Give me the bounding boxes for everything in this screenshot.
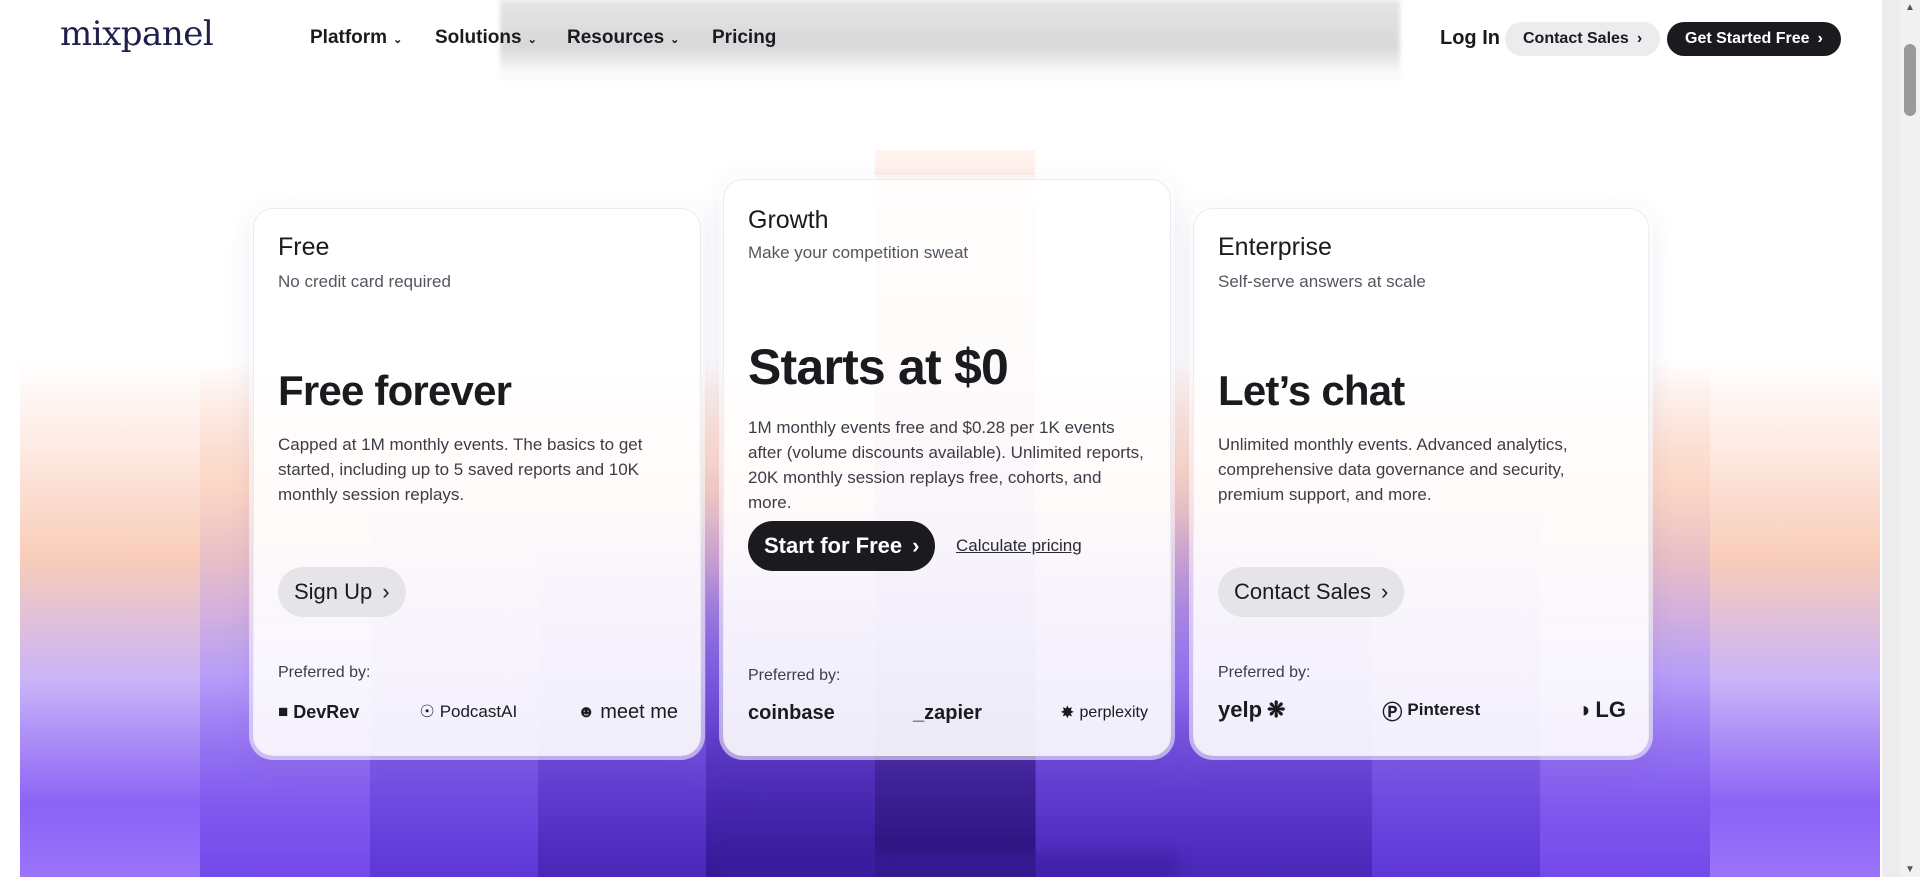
nav-resources[interactable]: Resources ⌄ xyxy=(567,27,679,49)
chevron-down-icon: ⌄ xyxy=(670,33,680,46)
plan-subtitle: No credit card required xyxy=(278,272,451,291)
contact-sales-label: Contact Sales xyxy=(1523,30,1629,47)
plan-price: Free forever xyxy=(278,367,512,414)
chevron-right-icon: › xyxy=(1380,579,1389,604)
meetme-text: meet me xyxy=(600,700,678,723)
chevron-right-icon: › xyxy=(912,533,920,558)
coinbase-text: coinbase xyxy=(748,701,835,724)
plan-description: Unlimited monthly events. Advanced analy… xyxy=(1218,435,1568,504)
coinbase-logo: coinbase xyxy=(748,702,835,725)
mixpanel-logo[interactable]: mixpanel xyxy=(60,14,214,54)
plan-subtitle: Make your competition sweat xyxy=(748,243,969,262)
plan-name: Enterprise xyxy=(1218,233,1332,261)
chevron-down-icon: ⌄ xyxy=(527,33,537,46)
nav-pricing-label: Pricing xyxy=(712,27,777,48)
nav-platform-label: Platform xyxy=(310,27,388,48)
page-edge xyxy=(1882,0,1900,877)
lg-icon: ◑ xyxy=(1577,697,1591,722)
yelp-text: yelp xyxy=(1218,697,1263,722)
customer-logos: coinbase _zapier ✸ perplexity xyxy=(748,700,1148,726)
pinterest-icon: Ⓟ xyxy=(1382,701,1403,724)
perplexity-text: perplexity xyxy=(1079,704,1148,721)
podcastai-logo: ☉ PodcastAI xyxy=(419,702,517,722)
scroll-down-arrow-icon[interactable]: ▼ xyxy=(1905,864,1915,875)
chevron-down-icon: ⌄ xyxy=(393,33,403,46)
calculate-pricing-link[interactable]: Calculate pricing xyxy=(956,536,1082,556)
nav-pricing[interactable]: Pricing xyxy=(712,27,776,49)
plan-description: 1M monthly events free and $0.28 per 1K … xyxy=(748,418,1144,512)
zapier-text: _zapier xyxy=(913,701,982,724)
chevron-right-icon: › xyxy=(382,579,390,604)
perplexity-icon: ✸ xyxy=(1060,703,1075,722)
lg-text: LG xyxy=(1595,697,1626,722)
devrev-icon: ■ xyxy=(278,702,289,721)
sign-up-button[interactable]: Sign Up › xyxy=(278,567,406,617)
contact-sales-card-label: Contact Sales xyxy=(1234,579,1371,604)
login-link[interactable]: Log In xyxy=(1440,27,1500,50)
plan-price: Let’s chat xyxy=(1218,367,1405,414)
preferred-by-label: Preferred by: xyxy=(278,664,371,681)
contact-sales-button[interactable]: Contact Sales › xyxy=(1505,22,1661,56)
nav-solutions[interactable]: Solutions ⌄ xyxy=(435,27,537,49)
nav-solutions-label: Solutions xyxy=(435,27,522,48)
yelp-logo: yelp ❋ xyxy=(1218,697,1285,723)
podcastai-icon: ☉ xyxy=(419,702,435,721)
devrev-logo: ■ DevRev xyxy=(278,702,359,723)
scroll-up-arrow-icon[interactable]: ▲ xyxy=(1905,2,1915,13)
customer-logos: ■ DevRev ☉ PodcastAI ☻ meet me xyxy=(278,699,678,725)
start-for-free-button[interactable]: Start for Free › xyxy=(748,521,936,571)
pinterest-logo: Ⓟ Pinterest xyxy=(1382,696,1480,725)
get-started-free-button[interactable]: Get Started Free › xyxy=(1667,22,1841,56)
vertical-scrollbar[interactable]: ▲ ▼ xyxy=(1900,0,1920,877)
plan-name: Free xyxy=(278,233,330,261)
nav-platform[interactable]: Platform ⌄ xyxy=(310,27,402,49)
yelp-burst-icon: ❋ xyxy=(1267,697,1286,722)
plan-price: Starts at $0 xyxy=(748,339,1009,395)
blurred-footer-heading xyxy=(720,852,1180,877)
preferred-by-label: Preferred by: xyxy=(1218,664,1311,681)
podcastai-text: PodcastAI xyxy=(439,702,518,721)
lg-logo: ◑ LG xyxy=(1577,697,1626,723)
plan-name: Growth xyxy=(748,206,829,234)
top-navigation: mixpanel Platform ⌄ Solutions ⌄ Resource… xyxy=(0,0,1880,78)
get-started-label: Get Started Free xyxy=(1685,30,1810,47)
chevron-right-icon: › xyxy=(1817,30,1823,47)
start-for-free-label: Start for Free xyxy=(764,533,903,558)
pinterest-text: Pinterest xyxy=(1407,700,1481,719)
meetme-logo: ☻ meet me xyxy=(577,701,678,724)
devrev-text: DevRev xyxy=(293,701,360,722)
meetme-icon: ☻ xyxy=(577,702,596,721)
plan-description: Capped at 1M monthly events. The basics … xyxy=(278,435,643,504)
nav-resources-label: Resources xyxy=(567,27,665,48)
scrollbar-thumb[interactable] xyxy=(1904,44,1916,116)
plan-subtitle: Self-serve answers at scale xyxy=(1218,272,1426,291)
perplexity-logo: ✸ perplexity xyxy=(1060,703,1148,723)
plan-card-enterprise: Enterprise Self-serve answers at scale L… xyxy=(1193,208,1649,756)
zapier-logo: _zapier xyxy=(913,702,982,725)
chevron-right-icon: › xyxy=(1636,30,1643,47)
preferred-by-label: Preferred by: xyxy=(748,667,841,684)
contact-sales-card-button[interactable]: Contact Sales › xyxy=(1218,567,1405,617)
customer-logos: yelp ❋ Ⓟ Pinterest ◑ LG xyxy=(1218,696,1626,725)
plan-card-growth: Growth Make your competition sweat Start… xyxy=(723,179,1171,756)
plan-card-free: Free No credit card required Free foreve… xyxy=(253,208,701,756)
sign-up-label: Sign Up xyxy=(294,579,373,604)
